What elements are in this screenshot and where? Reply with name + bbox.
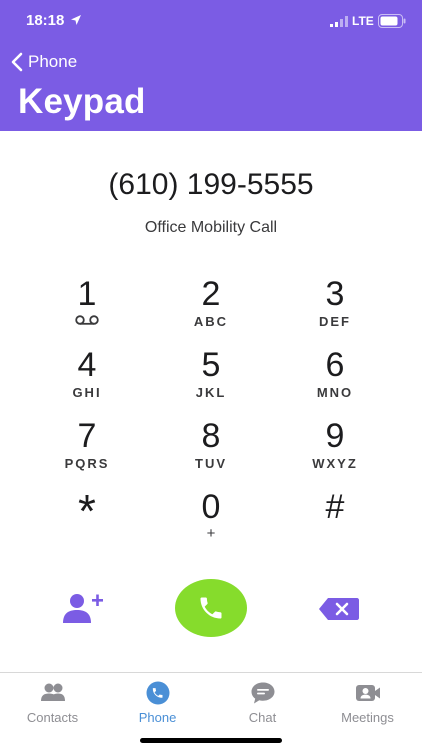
key-5[interactable]: 5 JKL [149,346,273,412]
page-title: Keypad [18,82,146,121]
key-3[interactable]: 3 DEF [273,275,397,341]
key-digit: 0 [201,488,221,526]
key-digit: 3 [325,275,345,313]
key-digit: 5 [201,346,221,384]
key-letters: + [206,525,216,542]
status-bar: 18:18 LTE [0,0,422,44]
key-4[interactable]: 4 GHI [25,346,149,412]
back-button[interactable]: Phone [10,50,77,74]
key-letters: TUV [195,456,227,471]
network-label: LTE [352,14,374,28]
home-indicator [140,738,282,743]
tab-phone[interactable]: Phone [105,681,210,725]
battery-icon [378,14,406,28]
tab-label: Phone [138,710,177,725]
dialed-number: (610) 199-5555 [108,168,314,201]
backspace-icon [319,598,359,620]
header: 18:18 LTE Phone Keypad [0,0,422,131]
video-camera-icon [355,685,380,701]
key-digit: 2 [201,275,221,313]
location-arrow-icon [71,15,81,25]
key-6[interactable]: 6 MNO [273,346,397,412]
chat-icon [251,682,274,704]
key-2[interactable]: 2 ABC [149,275,273,341]
contacts-icon [40,683,65,701]
key-letters: DEF [319,314,351,329]
key-digit: 7 [77,417,97,455]
key-hash[interactable]: # [273,488,397,554]
key-digit: 1 [77,275,97,313]
signal-icon [330,16,348,27]
key-letters: MNO [316,385,354,400]
key-0[interactable]: 0 + [149,488,273,554]
tab-label: Meetings [341,710,394,725]
key-9[interactable]: 9 WXYZ [273,417,397,483]
key-letters: ABC [193,314,229,329]
key-1[interactable]: 1 [25,275,149,341]
back-label: Phone [28,52,78,71]
key-digit: 8 [201,417,221,455]
key-8[interactable]: 8 TUV [149,417,273,483]
key-digit: # [325,488,345,526]
key-digit: * [78,485,96,537]
call-type-label[interactable]: Office Mobility Call [0,219,422,237]
key-letters: JKL [195,385,227,400]
backspace-button[interactable] [318,597,360,621]
key-digit: 4 [77,346,97,384]
tab-contacts[interactable]: Contacts [0,681,105,725]
status-time: 18:18 [26,12,65,29]
tab-label: Contacts [26,710,79,725]
call-button[interactable] [175,579,247,637]
key-letters: WXYZ [312,456,358,471]
key-7[interactable]: 7 PQRS [25,417,149,483]
tab-label: Chat [248,710,277,725]
phone-icon [146,681,169,705]
key-letters: GHI [72,385,102,400]
voicemail-icon [75,315,99,325]
tab-meetings[interactable]: Meetings [315,681,420,725]
tab-chat[interactable]: Chat [210,681,315,725]
chevron-left-icon [11,52,23,72]
key-digit: 6 [325,346,345,384]
key-letters: PQRS [64,456,110,471]
key-star[interactable]: * [25,488,149,554]
add-contact-button[interactable] [62,592,104,624]
phone-icon [200,597,222,619]
key-digit: 9 [325,417,345,455]
add-person-icon [63,594,103,623]
